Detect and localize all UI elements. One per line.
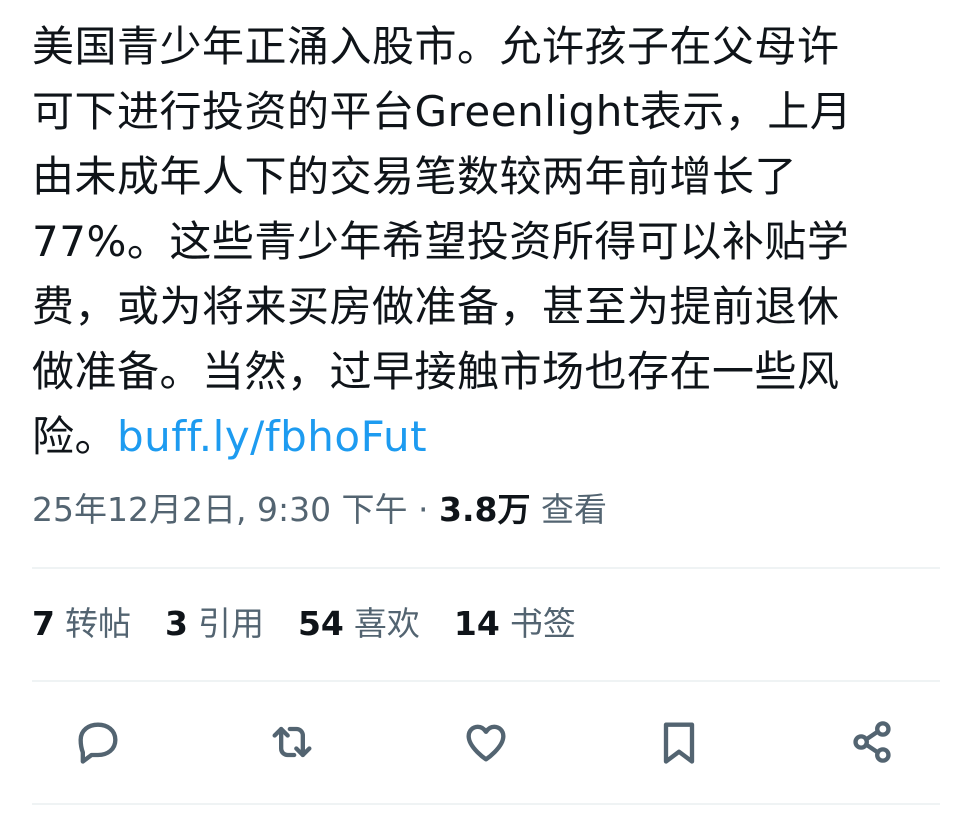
stat-bookmarks[interactable]: 14 书签 [454,598,576,650]
tweet-line-text: 险。 [32,412,118,461]
stat-label: 喜欢 [353,604,420,643]
meta-separator: · [407,490,440,529]
action-bar [0,706,968,778]
tweet-line: 美国青少年正涌入股市。允许孩子在父母许 [32,22,840,71]
stat-count: 54 [297,604,344,643]
stat-reposts[interactable]: 7 转帖 [32,598,131,650]
tweet-link[interactable]: buff.ly/fbhoFut [117,412,427,461]
tweet-line: 费，或为将来买房做准备，甚至为提前退休 [32,282,840,331]
bookmark-button[interactable] [643,706,715,778]
like-button[interactable] [450,706,522,778]
stat-quotes[interactable]: 3 引用 [165,598,264,650]
views-count: 3.8万 [439,490,531,529]
retweet-icon [272,726,312,758]
tweet-line: 可下进行投资的平台Greenlight表示，上月 [32,87,853,136]
reply-button[interactable] [62,706,134,778]
tweet-text: 美国青少年正涌入股市。允许孩子在父母许 可下进行投资的平台Greenlight表… [32,14,912,469]
stat-count: 3 [164,604,188,643]
tweet-line: 做准备。当然，过早接触市场也存在一些风 [32,347,840,396]
stat-count: 7 [32,604,55,643]
tweet-line: 77%。这些青少年希望投资所得可以补贴学 [32,217,850,266]
tweet-line-last: 险。buff.ly/fbhoFut [32,404,912,469]
stat-label: 书签 [509,604,576,643]
tweet-line: 由未成年人下的交易笔数较两年前增长了 [32,152,798,201]
divider [32,567,940,569]
reply-icon [78,722,118,764]
stat-label: 引用 [197,604,264,643]
like-icon [466,724,506,762]
stat-label: 转帖 [64,604,131,643]
bookmark-icon [663,722,695,764]
timestamp[interactable]: 25年12月2日, 9:30 下午 [32,490,408,529]
stat-count: 14 [453,604,500,643]
divider [32,680,940,682]
engagement-stats: 7 转帖 3 引用 54 喜欢 14 书签 [32,598,610,650]
retweet-button[interactable] [256,706,328,778]
stat-likes[interactable]: 54 喜欢 [298,598,420,650]
views-label: 查看 [541,490,608,529]
divider [32,803,940,805]
share-icon [853,721,891,763]
tweet-meta: 25年12月2日, 9:30 下午 · 3.8万 查看 [32,484,607,536]
share-button[interactable] [836,706,908,778]
